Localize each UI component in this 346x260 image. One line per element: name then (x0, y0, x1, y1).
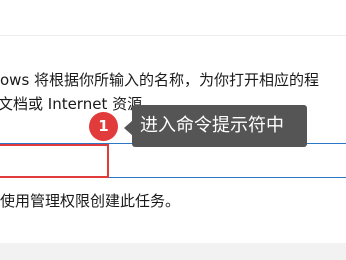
annotation-step-badge: 1 (89, 112, 118, 141)
title-bar-area (0, 0, 346, 36)
annotation-highlight-box (0, 144, 109, 178)
button-panel-area (0, 243, 346, 260)
admin-privilege-note: 使用管理权限创建此任务。 (0, 192, 181, 210)
title-divider (0, 35, 346, 36)
run-dialog-crop: ows 将根据你所输入的名称，为你打开相应的程 文档或 Internet 资源。… (0, 0, 346, 260)
annotation-tooltip: 进入命令提示符中 (132, 105, 307, 147)
description-line-1: ows 将根据你所输入的名称，为你打开相应的程 (0, 71, 320, 89)
